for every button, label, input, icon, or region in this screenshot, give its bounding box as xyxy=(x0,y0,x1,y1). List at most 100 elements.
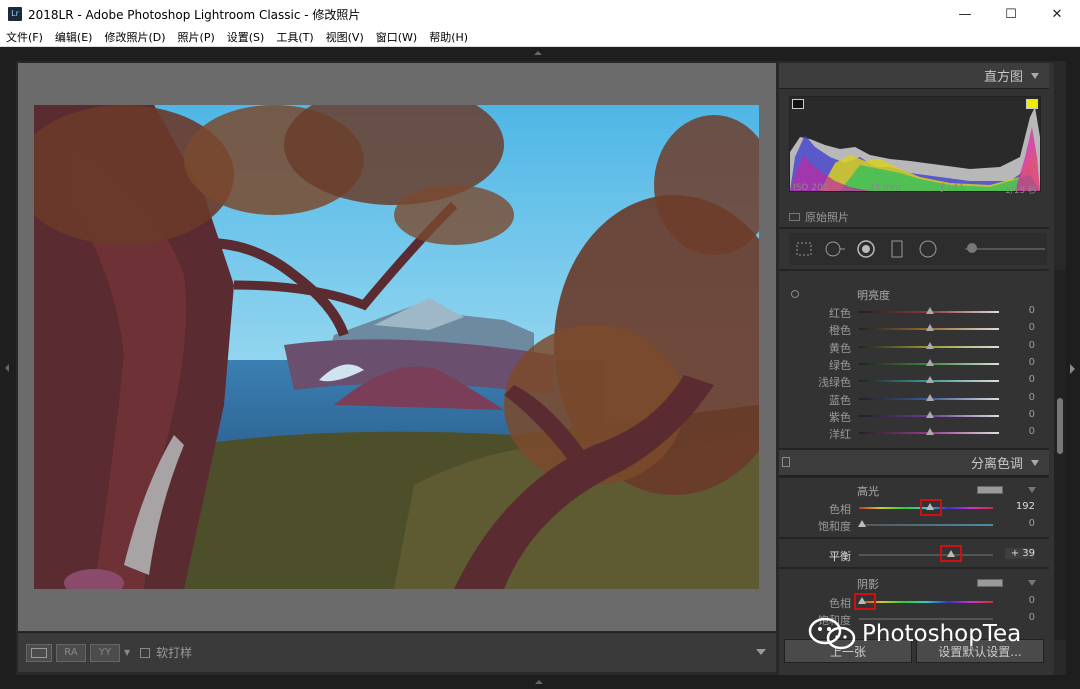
close-button[interactable]: ✕ xyxy=(1034,0,1080,28)
luminance-row-label: 紫色 xyxy=(829,410,851,424)
crop-overlay-icon[interactable] xyxy=(793,238,815,260)
watermark: PhotoshopTea xyxy=(808,617,1021,651)
menu-window[interactable]: 窗口(W) xyxy=(376,29,417,45)
highlight-clipping-icon[interactable] xyxy=(1026,99,1038,109)
luminance-row-value[interactable]: 0 xyxy=(1009,409,1035,420)
develop-toolbar: RA YY ▼ 软打样 xyxy=(18,632,776,672)
photo-preview[interactable] xyxy=(34,105,759,589)
luminance-row-label: 橙色 xyxy=(829,324,851,338)
highlights-title: 高光 xyxy=(857,485,879,498)
soft-proof-checkbox[interactable] xyxy=(140,647,151,658)
luminance-row-value[interactable]: 0 xyxy=(1009,357,1035,368)
split-toning-header[interactable]: 分离色调 xyxy=(779,450,1049,476)
menu-help[interactable]: 帮助(H) xyxy=(429,29,468,45)
luminance-row-value[interactable]: 0 xyxy=(1009,392,1035,403)
before-after-yy-button[interactable]: YY xyxy=(90,643,120,662)
minimize-button[interactable]: — xyxy=(942,0,988,28)
window-title: 2018LR - Adobe Photoshop Lightroom Class… xyxy=(28,7,361,22)
wechat-icon xyxy=(808,617,856,650)
loupe-view-icon xyxy=(31,647,47,658)
balance-row: 平衡 + 39 xyxy=(779,546,1049,563)
luminance-row-value[interactable]: 0 xyxy=(1009,322,1035,333)
adjustment-brush-knob[interactable] xyxy=(967,243,977,253)
lightroom-app-icon: Lr xyxy=(8,7,22,21)
shadows-hue-track[interactable] xyxy=(859,601,993,603)
luminance-row: 橙色 0 xyxy=(779,320,1049,337)
luminance-row: 浅绿色 0 xyxy=(779,372,1049,389)
divider xyxy=(779,537,1049,539)
scrollbar-thumb[interactable] xyxy=(1057,398,1063,454)
spot-removal-icon[interactable] xyxy=(824,238,846,260)
loupe-view-button[interactable] xyxy=(26,643,52,662)
menu-edit[interactable]: 编辑(E) xyxy=(55,29,93,45)
luminance-row-thumb[interactable] xyxy=(926,410,934,418)
menu-view[interactable]: 视图(V) xyxy=(326,29,364,45)
caret-down-icon[interactable]: ▼ xyxy=(124,648,130,657)
left-panel-toggle[interactable] xyxy=(0,61,16,675)
luminance-row-thumb[interactable] xyxy=(926,324,934,332)
luminance-row-label: 浅绿色 xyxy=(818,376,851,390)
original-photo-checkbox[interactable] xyxy=(789,213,800,221)
highlights-color-swatch[interactable] xyxy=(977,486,1003,494)
expand-triangle-icon[interactable] xyxy=(1028,487,1036,493)
toolbar-menu-caret-icon[interactable] xyxy=(756,649,766,655)
photo-canvas xyxy=(18,63,776,631)
menu-develop[interactable]: 修改照片(D) xyxy=(104,29,165,45)
shutter-value: 1/13 秒 xyxy=(1004,186,1037,196)
histogram-chart[interactable] xyxy=(789,96,1041,192)
highlights-saturation-thumb[interactable] xyxy=(857,520,866,527)
menu-photo[interactable]: 照片(P) xyxy=(178,29,215,45)
luminance-row-thumb[interactable] xyxy=(926,341,934,349)
highlight-marker xyxy=(920,499,942,516)
top-panel-toggle[interactable] xyxy=(0,47,1080,61)
menu-file[interactable]: 文件(F) xyxy=(6,29,43,45)
shadows-hue-value[interactable]: 0 xyxy=(1005,595,1035,606)
shadow-hue-marker xyxy=(854,593,876,610)
shadow-clipping-icon[interactable] xyxy=(792,99,804,109)
adjustment-brush-slider[interactable] xyxy=(965,248,1045,250)
histogram-header[interactable]: 直方图 xyxy=(779,63,1049,89)
original-photo-toggle[interactable]: 原始照片 xyxy=(789,209,849,225)
luminance-row-thumb[interactable] xyxy=(926,376,934,384)
histogram-graph xyxy=(790,107,1040,191)
luminance-row: 蓝色 0 xyxy=(779,390,1049,407)
expand-triangle-icon[interactable] xyxy=(1028,580,1036,586)
graduated-filter-icon[interactable] xyxy=(886,238,908,260)
red-eye-icon[interactable] xyxy=(855,238,877,260)
menu-tools[interactable]: 工具(T) xyxy=(276,29,313,45)
radial-filter-icon[interactable] xyxy=(917,238,939,260)
soft-proof-toggle[interactable]: 软打样 xyxy=(140,644,192,661)
targeted-adjustment-icon[interactable] xyxy=(791,290,799,298)
soft-proof-label: 软打样 xyxy=(156,646,193,660)
landscape-photo-image xyxy=(34,105,759,589)
menu-settings[interactable]: 设置(S) xyxy=(227,29,265,45)
before-after-ra-button[interactable]: RA xyxy=(56,643,86,662)
luminance-row-thumb[interactable] xyxy=(926,358,934,366)
highlights-hue-value[interactable]: 192 xyxy=(1005,501,1035,512)
collapse-triangle-icon xyxy=(1031,72,1039,79)
right-panel: 直方图 ISO 200 24 mm ƒ / 11 1/13 秒 原始照片 明亮度… xyxy=(779,63,1054,675)
shadows-color-swatch[interactable] xyxy=(977,579,1003,587)
maximize-button[interactable]: ☐ xyxy=(988,0,1034,28)
highlights-hue-row: 色相 192 xyxy=(779,499,1049,516)
luminance-row-value[interactable]: 0 xyxy=(1009,374,1035,385)
collapse-triangle-icon xyxy=(1031,459,1039,466)
luminance-row-thumb[interactable] xyxy=(926,393,934,401)
balance-track[interactable] xyxy=(859,554,993,556)
luminance-row-value[interactable]: 0 xyxy=(1009,340,1035,351)
aperture-value: ƒ / 11 xyxy=(941,183,965,193)
balance-label: 平衡 xyxy=(829,550,851,563)
luminance-row-thumb[interactable] xyxy=(926,307,934,314)
balance-value[interactable]: + 39 xyxy=(1005,548,1035,559)
right-panel-toggle[interactable] xyxy=(1066,61,1080,675)
highlights-saturation-track[interactable] xyxy=(859,524,993,526)
right-panel-scrollbar[interactable] xyxy=(1054,270,1066,640)
luminance-row-value[interactable]: 0 xyxy=(1009,426,1035,437)
highlights-saturation-value[interactable]: 0 xyxy=(1005,518,1035,529)
luminance-row-thumb[interactable] xyxy=(926,428,934,436)
luminance-row-label: 洋红 xyxy=(829,428,851,442)
bottom-panel-toggle[interactable] xyxy=(0,675,1080,689)
luminance-row-value[interactable]: 0 xyxy=(1009,305,1035,316)
menu-bar: 文件(F) 编辑(E) 修改照片(D) 照片(P) 设置(S) 工具(T) 视图… xyxy=(0,28,1080,47)
panel-toggle-icon[interactable] xyxy=(782,457,790,467)
